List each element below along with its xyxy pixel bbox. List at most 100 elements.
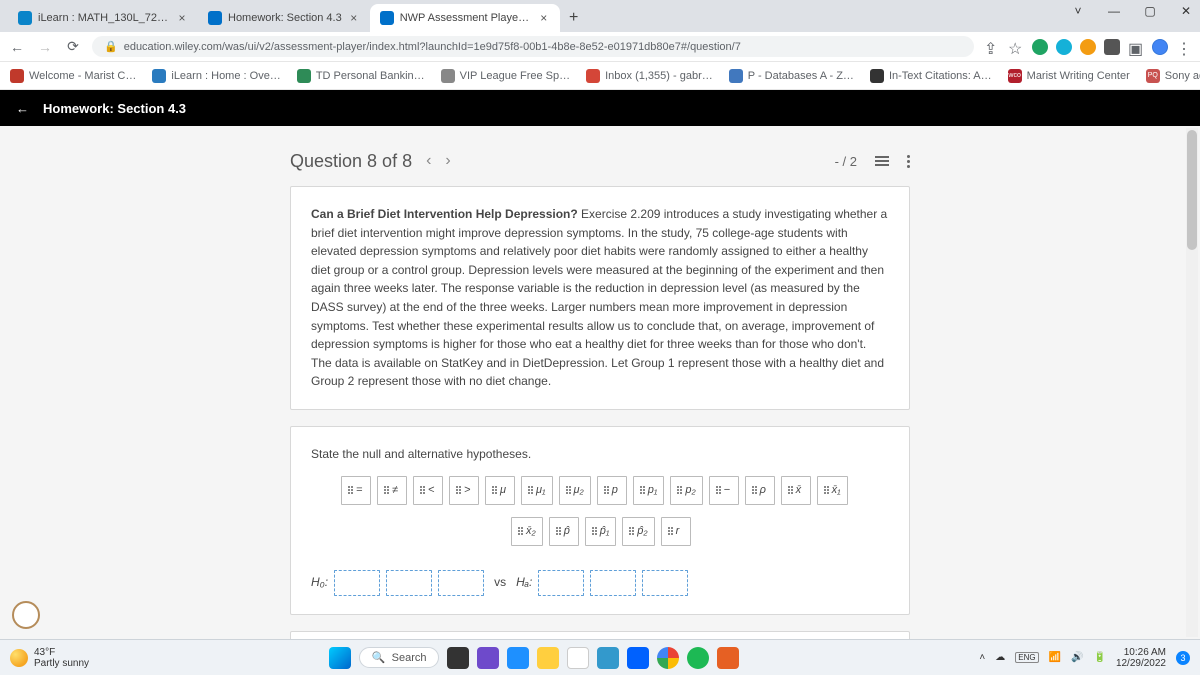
symbol-button[interactable]: ρ [745,476,775,505]
dropbox-icon[interactable] [627,647,649,669]
windows-taskbar: 43°F Partly sunny 🔍 Search ˄ ☁ ENG 📶 🔊 🔋… [0,639,1200,675]
bookmark-item[interactable]: iLearn : Home : Ove… [152,69,280,83]
clock-time: 10:26 AM [1116,647,1166,658]
bookmark-item[interactable]: Inbox (1,355) - gabr… [586,69,713,83]
minimize-icon[interactable]: — [1104,4,1124,18]
close-icon[interactable]: × [538,12,550,24]
extension-icon[interactable] [1104,39,1120,55]
scrollbar[interactable] [1186,128,1198,637]
drop-slot[interactable] [590,570,636,596]
symbol-button[interactable]: p [597,476,627,505]
kebab-icon[interactable] [907,155,910,168]
tab-title: iLearn : MATH_130L_721_23W : S [38,12,170,24]
question-number: Question 8 of 8 [290,151,412,172]
taskbar-search[interactable]: 🔍 Search [359,647,440,668]
symbol-button[interactable]: x̄ [781,476,811,505]
profile-icon[interactable] [1152,39,1168,55]
symbol-button[interactable]: > [449,476,479,505]
taskbar-center: 🔍 Search [99,647,969,669]
maximize-icon[interactable]: ▢ [1140,4,1160,18]
explorer-icon[interactable] [537,647,559,669]
symbol-button[interactable]: p̂ [549,517,579,546]
bookmark-item[interactable]: Welcome - Marist C… [10,69,136,83]
drop-slot[interactable] [642,570,688,596]
url-field[interactable]: 🔒 education.wiley.com/was/ui/v2/assessme… [92,36,974,57]
drop-slot[interactable] [538,570,584,596]
bookmark-item[interactable]: VIP League Free Sp… [441,69,570,83]
bookmark-item[interactable]: PQSony adds a slew of… [1146,69,1200,83]
browser-tab[interactable]: iLearn : MATH_130L_721_23W : S × [8,4,198,32]
chevron-down-icon[interactable]: ˅ [1068,4,1088,18]
extension-icon[interactable] [1032,39,1048,55]
extension-icon[interactable] [1080,39,1096,55]
browser-tab[interactable]: Homework: Section 4.3 × [198,4,370,32]
symbol-button[interactable]: μ₁ [521,476,553,505]
symbol-button[interactable]: x̄₂ [511,517,543,546]
window-close-icon[interactable]: ✕ [1176,4,1196,18]
bookmark-item[interactable]: TD Personal Bankin… [297,69,425,83]
onedrive-icon[interactable]: ☁ [995,652,1005,663]
symbol-button[interactable]: ≠ [377,476,407,505]
bookmark-item[interactable]: In-Text Citations: A… [870,69,992,83]
symbol-button[interactable]: r [661,517,691,546]
app-icon[interactable] [567,647,589,669]
browser-tab-active[interactable]: NWP Assessment Player UI Appl × [370,4,560,32]
tab-title: NWP Assessment Player UI Appl [400,12,532,24]
teams-icon[interactable] [477,647,499,669]
new-tab-button[interactable]: + [560,4,588,32]
star-icon[interactable]: ☆ [1008,39,1024,55]
symbol-button[interactable]: < [413,476,443,505]
symbol-button[interactable]: μ₂ [559,476,591,505]
symbol-button[interactable]: − [709,476,739,505]
hypothesis-input-row: H₀: vs Hₐ: [311,570,889,596]
symbol-button[interactable]: = [341,476,371,505]
share-icon[interactable]: ⇪ [984,39,1000,55]
symbol-button[interactable]: p̂₁ [585,517,617,546]
address-bar: ← → ⟳ 🔒 education.wiley.com/was/ui/v2/as… [0,32,1200,62]
battery-icon[interactable]: 🔋 [1093,652,1105,663]
app-icon[interactable] [597,647,619,669]
taskbar-weather[interactable]: 43°F Partly sunny [10,647,89,669]
language-icon[interactable]: ENG [1015,652,1038,663]
back-arrow-icon[interactable]: ← [16,101,29,116]
system-tray[interactable]: ˄ ☁ ENG 📶 🔊 🔋 10:26 AM 12/29/2022 3 [979,647,1190,669]
symbol-button[interactable]: p̂₂ [622,517,654,546]
content-scroll[interactable]: Question 8 of 8 ‹ › - / 2 Can a Brief Di… [0,126,1200,639]
puzzle-icon[interactable]: ▣ [1128,39,1144,55]
chevron-up-icon[interactable]: ˄ [979,652,985,663]
list-icon[interactable] [875,156,889,166]
bookmark-item[interactable]: wcoMarist Writing Center [1008,69,1130,83]
close-icon[interactable]: × [348,12,360,24]
tab-title: Homework: Section 4.3 [228,12,342,24]
symbol-button[interactable]: x̄₁ [817,476,848,505]
drop-slot[interactable] [334,570,380,596]
symbol-button[interactable]: p₂ [670,476,702,505]
edge-icon[interactable] [507,647,529,669]
volume-icon[interactable]: 🔊 [1071,652,1083,663]
notification-badge[interactable]: 3 [1176,651,1190,665]
cookie-settings-icon[interactable] [12,601,40,629]
start-icon[interactable] [329,647,351,669]
task-view-icon[interactable] [447,647,469,669]
favicon-icon [380,11,394,25]
forward-icon[interactable]: → [36,39,54,55]
symbol-palette-row: = ≠ < > μ μ₁ μ₂ p p₁ p₂ − ρ x̄ x̄₁ [311,476,889,505]
symbol-button[interactable]: μ [485,476,515,505]
back-icon[interactable]: ← [8,39,26,55]
wifi-icon[interactable]: 📶 [1049,652,1061,663]
drop-slot[interactable] [438,570,484,596]
spotify-icon[interactable] [687,647,709,669]
chrome-icon[interactable] [657,647,679,669]
next-question-icon[interactable]: › [445,152,464,170]
extension-icon[interactable] [1056,39,1072,55]
prev-question-icon[interactable]: ‹ [412,152,445,170]
drop-slot[interactable] [386,570,432,596]
close-icon[interactable]: × [176,12,188,24]
app-icon[interactable] [717,647,739,669]
passage-lead: Can a Brief Diet Intervention Help Depre… [311,207,578,221]
reload-icon[interactable]: ⟳ [64,38,82,55]
bookmark-item[interactable]: P - Databases A - Z… [729,69,854,83]
etextbook-card[interactable]: eTextbook and Media [290,631,910,639]
symbol-button[interactable]: p₁ [633,476,665,505]
kebab-icon[interactable]: ⋮ [1176,39,1192,55]
